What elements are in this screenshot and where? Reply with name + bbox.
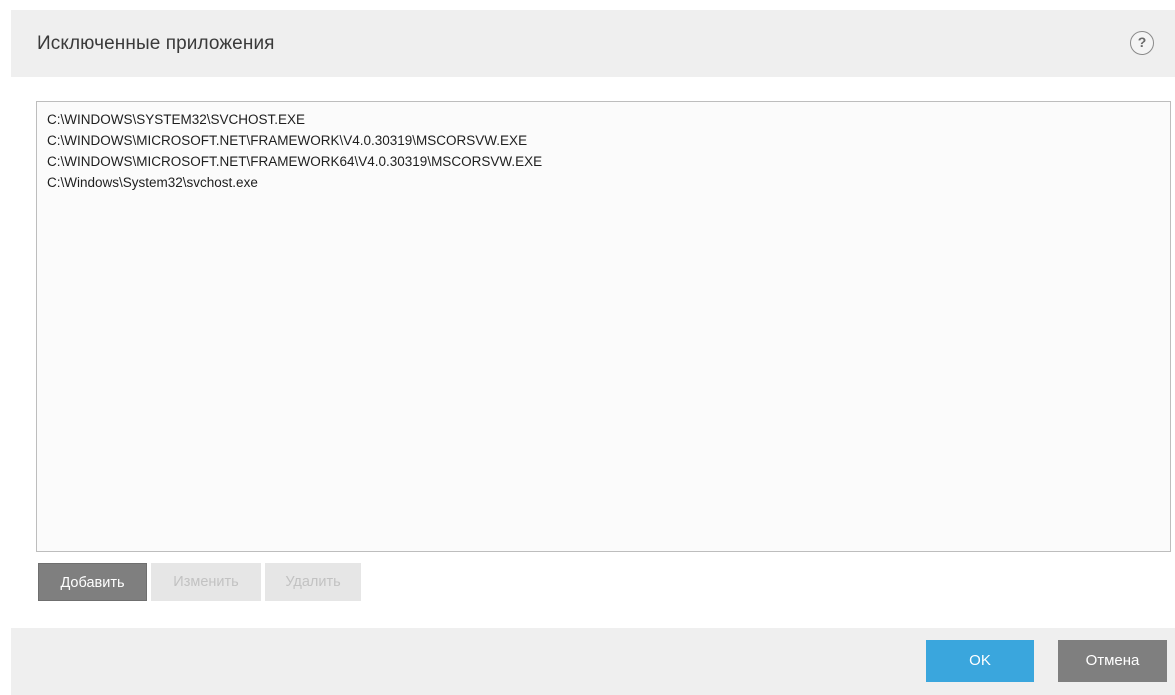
dialog-footer: OK Отмена	[11, 628, 1175, 695]
list-item[interactable]: C:\WINDOWS\MICROSOFT.NET\FRAMEWORK64\V4.…	[37, 151, 1170, 172]
list-item[interactable]: C:\WINDOWS\MICROSOFT.NET\FRAMEWORK\V4.0.…	[37, 130, 1170, 151]
add-button[interactable]: Добавить	[38, 563, 147, 601]
cancel-button[interactable]: Отмена	[1058, 640, 1167, 682]
list-item[interactable]: C:\Windows\System32\svchost.exe	[37, 172, 1170, 193]
help-icon[interactable]: ?	[1130, 31, 1154, 55]
excluded-apps-dialog: Исключенные приложения ? C:\WINDOWS\SYST…	[11, 10, 1175, 695]
dialog-header: Исключенные приложения ?	[11, 10, 1175, 77]
edit-button[interactable]: Изменить	[151, 563, 261, 601]
dialog-body: C:\WINDOWS\SYSTEM32\SVCHOST.EXE C:\WINDO…	[11, 77, 1175, 628]
excluded-apps-list[interactable]: C:\WINDOWS\SYSTEM32\SVCHOST.EXE C:\WINDO…	[36, 101, 1171, 552]
dialog-title: Исключенные приложения	[37, 33, 275, 54]
list-item[interactable]: C:\WINDOWS\SYSTEM32\SVCHOST.EXE	[37, 109, 1170, 130]
delete-button[interactable]: Удалить	[265, 563, 361, 601]
ok-button[interactable]: OK	[926, 640, 1034, 682]
